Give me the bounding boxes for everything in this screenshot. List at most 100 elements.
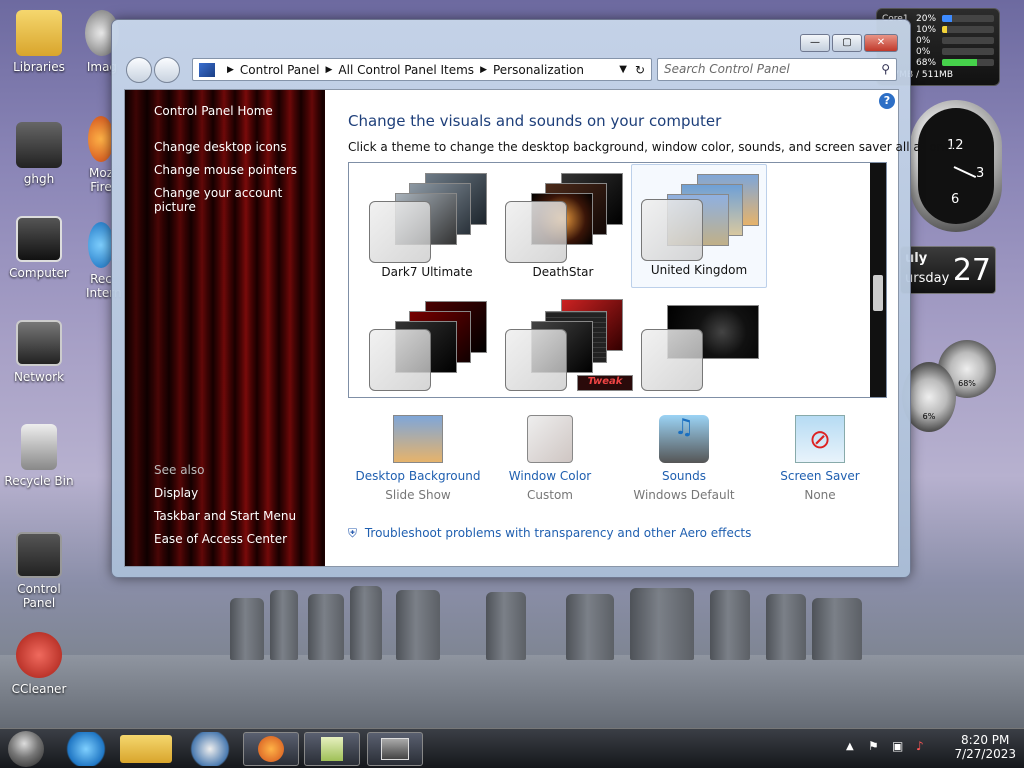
address-bar[interactable]: ▶ Control Panel ▶ All Control Panel Item…	[192, 58, 652, 81]
option-label[interactable]: Window Color	[480, 469, 620, 483]
gauge-value: 6%	[922, 412, 936, 421]
desktop-icon-label: Control Panel	[17, 582, 61, 610]
music-notes-icon: ♫	[659, 415, 709, 463]
taskbar-explorer-icon[interactable]	[120, 735, 172, 763]
folder-icon	[16, 10, 62, 56]
search-input[interactable]: Search Control Panel ⚲	[657, 58, 897, 81]
clock-face: 12 3 6	[918, 108, 994, 224]
link-ease-of-access[interactable]: Ease of Access Center	[154, 532, 287, 546]
desktop-icon-recycle-bin[interactable]: Recycle Bin	[0, 424, 78, 488]
help-icon[interactable]: ?	[879, 93, 895, 109]
desktop-icon-label: CCleaner	[11, 682, 67, 696]
link-display[interactable]: Display	[154, 486, 198, 500]
theme-deathstar[interactable]: DeathStar	[495, 167, 631, 291]
control-panel-icon	[199, 62, 215, 77]
screen-saver-icon: ⊘	[795, 415, 845, 463]
desktop-icon-label: ghgh	[23, 172, 55, 186]
option-label[interactable]: Desktop Background	[348, 469, 488, 483]
left-pane: Control Panel Home Change desktop icons …	[125, 90, 325, 566]
control-panel-icon	[16, 532, 62, 578]
theme-name: Dark7 Ultimate	[381, 265, 473, 279]
option-screen-saver[interactable]: ⊘ Screen Saver None	[750, 415, 890, 502]
desktop-icon-computer[interactable]: Computer	[0, 216, 78, 280]
taskbar: ▲ ⚑ ▣ ♪ 8:20 PM 7/27/2023	[0, 728, 1024, 768]
maximize-button[interactable]: ▢	[832, 34, 862, 52]
theme-thumbnail	[639, 169, 759, 261]
cpu-row-value: 68%	[916, 57, 937, 68]
gallery-scrollbar[interactable]	[870, 163, 886, 397]
tray-clock[interactable]: 8:20 PM 7/27/2023	[954, 733, 1016, 761]
search-icon[interactable]: ⚲	[881, 62, 890, 76]
troubleshoot-label[interactable]: Troubleshoot problems with transparency …	[365, 526, 752, 540]
forward-button[interactable]	[154, 57, 180, 83]
link-change-desktop-icons[interactable]: Change desktop icons	[154, 140, 287, 154]
option-desktop-background[interactable]: Desktop Background Slide Show	[348, 415, 488, 502]
taskbar-firefox-icon[interactable]	[243, 732, 299, 766]
monitor-icon	[16, 216, 62, 262]
option-sounds[interactable]: ♫ Sounds Windows Default	[614, 415, 754, 502]
drive-icon	[16, 122, 62, 168]
flag-icon[interactable]: ⚑	[868, 739, 879, 753]
volume-muted-icon[interactable]: ♪	[916, 739, 924, 753]
desktop-icon-network[interactable]: Network	[0, 320, 78, 384]
theme-item[interactable]	[359, 295, 495, 419]
taskbar-ie-icon[interactable]	[58, 732, 114, 766]
refresh-icon[interactable]: ↻	[635, 63, 645, 77]
start-button[interactable]	[8, 731, 44, 767]
clock-gadget[interactable]: 12 3 6	[910, 100, 1002, 232]
network-icon	[16, 320, 62, 366]
see-also-heading: See also	[154, 463, 205, 477]
theme-name: DeathStar	[532, 265, 594, 279]
search-placeholder: Search Control Panel	[664, 62, 790, 76]
show-hidden-icons-icon[interactable]: ▲	[846, 741, 854, 752]
link-taskbar-start-menu[interactable]: Taskbar and Start Menu	[154, 509, 296, 523]
theme-dark7-ultimate[interactable]: Dark7 Ultimate	[359, 167, 495, 291]
clock-number-3: 3	[976, 166, 985, 181]
shield-icon: ⛨	[348, 526, 358, 540]
breadcrumb-personalization[interactable]: Personalization	[493, 63, 584, 77]
minimize-button[interactable]: —	[800, 34, 830, 52]
cpu-row-value: 0%	[916, 46, 931, 57]
back-button[interactable]	[126, 57, 152, 83]
taskbar-control-panel-icon[interactable]	[367, 732, 423, 766]
taskbar-media-player-icon[interactable]	[182, 732, 238, 766]
option-label[interactable]: Sounds	[614, 469, 754, 483]
link-change-account-picture[interactable]: Change your account picture	[154, 186, 325, 214]
clock-number-6: 6	[951, 192, 960, 207]
taskbar-notepad-icon[interactable]	[304, 732, 360, 766]
desktop-icon-label: Recycle Bin	[4, 474, 74, 488]
theme-gallery[interactable]: Dark7 Ultimate DeathStar United Kingdom	[348, 162, 887, 398]
theme-united-kingdom[interactable]: United Kingdom	[631, 164, 767, 288]
desktop-icon-libraries[interactable]: Libraries	[0, 10, 78, 74]
calendar-day: 27	[952, 253, 991, 288]
theme-thumbnail	[367, 299, 487, 391]
ccleaner-icon	[16, 632, 62, 678]
network-tray-icon[interactable]: ▣	[892, 739, 903, 753]
cpu-bar-fill	[942, 26, 948, 33]
window-content: Control Panel Home Change desktop icons …	[124, 89, 962, 567]
wallpaper-stones	[200, 575, 880, 660]
cpu-bar-fill	[942, 15, 953, 22]
desktop-icon-ccleaner[interactable]: CCleaner	[0, 632, 78, 696]
address-dropdown-icon[interactable]: ▼	[619, 64, 627, 75]
breadcrumb-control-panel[interactable]: Control Panel	[240, 63, 320, 77]
theme-item[interactable]: Tweak	[495, 295, 633, 419]
theme-item[interactable]	[631, 295, 767, 419]
close-button[interactable]: ✕	[864, 34, 898, 52]
scrollbar-thumb[interactable]	[873, 275, 883, 311]
option-window-color[interactable]: Window Color Custom	[480, 415, 620, 502]
link-change-mouse-pointers[interactable]: Change mouse pointers	[154, 163, 297, 177]
tweak-badge: Tweak	[577, 375, 633, 391]
desktop-icon-control-panel[interactable]: Control Panel	[0, 532, 78, 610]
link-control-panel-home[interactable]: Control Panel Home	[154, 104, 273, 118]
window-color-icon	[527, 415, 573, 463]
desktop-ground	[0, 655, 1024, 730]
personalization-window[interactable]: — ▢ ✕ ▶ Control Panel ▶ All Control Pane…	[111, 19, 962, 578]
cpu-bar-fill	[942, 59, 978, 66]
calendar-gadget[interactable]: uly ursday 27	[900, 246, 996, 294]
option-value: Custom	[527, 488, 573, 502]
breadcrumb-all-items[interactable]: All Control Panel Items	[338, 63, 474, 77]
troubleshoot-link[interactable]: ⛨ Troubleshoot problems with transparenc…	[348, 526, 751, 541]
desktop-icon-ghgh[interactable]: ghgh	[0, 122, 78, 186]
option-label[interactable]: Screen Saver	[750, 469, 890, 483]
